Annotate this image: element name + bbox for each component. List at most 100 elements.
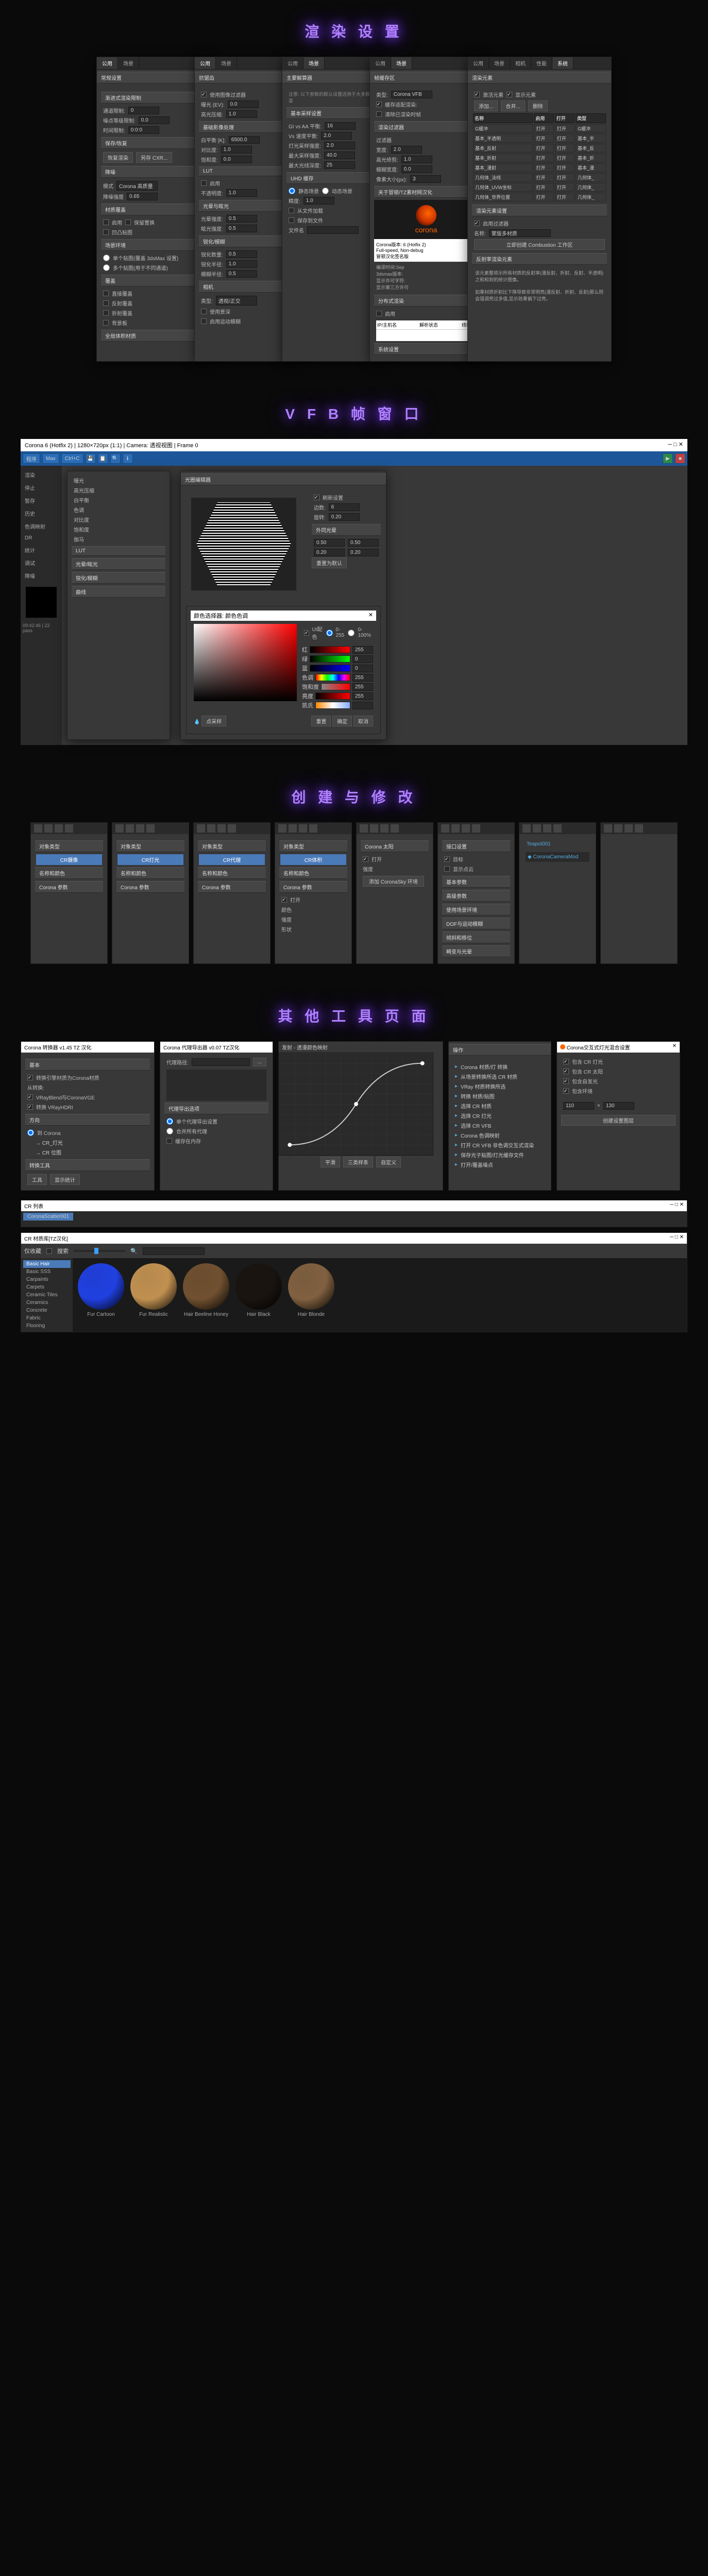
ops-item[interactable]: ▸ Corona 材质/灯 转换 (453, 1062, 547, 1072)
cat-btn[interactable]: CR代理 (199, 854, 265, 865)
create-icon[interactable] (604, 824, 612, 833)
create-icon[interactable] (360, 824, 368, 833)
ops-item[interactable]: ▸ 打开 CR VFB 非色调交互式渲染 (453, 1140, 547, 1150)
export-list[interactable] (166, 1070, 266, 1100)
tab-common5[interactable]: 公用 (468, 57, 489, 69)
input-speed[interactable] (321, 132, 352, 140)
input-maxsample[interactable] (324, 151, 355, 159)
input-bloom[interactable] (226, 215, 257, 223)
matlib-close-icon[interactable]: ✕ (680, 1234, 684, 1240)
create-icon[interactable] (207, 824, 215, 833)
check-ui[interactable] (304, 630, 309, 636)
tab-cam5[interactable]: 相机 (510, 57, 531, 69)
create-icon[interactable] (299, 824, 307, 833)
check-refresh[interactable] (314, 495, 319, 500)
tab-scene5[interactable]: 场景 (489, 57, 510, 69)
btn-reset-color[interactable]: 重置 (311, 716, 331, 726)
input-s4[interactable] (348, 549, 379, 556)
input-fname[interactable] (307, 226, 359, 234)
cat-btn[interactable]: CR摄像 (36, 854, 102, 865)
category-item[interactable]: Carpaints (23, 1276, 71, 1283)
tab-scene[interactable]: 场景 (118, 57, 139, 69)
tab-perf5[interactable]: 性能 (531, 57, 552, 69)
create-icon[interactable] (136, 824, 144, 833)
category-item[interactable]: Ceramic Tiles (23, 1291, 71, 1299)
check-enable-mat[interactable] (103, 219, 109, 225)
check-dr[interactable] (376, 311, 382, 316)
create-icon[interactable] (625, 824, 633, 833)
input-precision[interactable] (304, 197, 334, 205)
elements-table[interactable]: 名称启用打开类型 G缓冲打开打开G缓冲基本_半透明打开打开基本_半基本_反射打开… (472, 112, 607, 202)
min-icon[interactable]: ─ (668, 442, 672, 448)
create-icon[interactable] (115, 824, 124, 833)
category-item[interactable]: Basic SSS (23, 1268, 71, 1276)
check-active-el[interactable] (474, 92, 480, 97)
material-item[interactable]: Hair Black (235, 1263, 282, 1327)
radio-dynamic[interactable] (322, 188, 329, 194)
input-elname[interactable] (489, 229, 551, 237)
material-item[interactable]: Hair Beeline Honey (183, 1263, 229, 1327)
category-item[interactable]: Concrete (23, 1307, 71, 1314)
tab-scene2[interactable]: 场景 (216, 57, 237, 69)
matlib-min-icon[interactable]: ─ (670, 1234, 673, 1240)
tbtn-max[interactable]: Max (42, 453, 59, 464)
category-item[interactable]: Fabric (23, 1314, 71, 1322)
max-icon[interactable]: □ (673, 442, 677, 448)
btn-ok[interactable]: 确定 (332, 716, 352, 726)
check-fav[interactable] (46, 1248, 52, 1254)
input-k[interactable] (352, 702, 373, 709)
table-row[interactable]: 基本_反射打开打开基本_反 (473, 144, 606, 152)
input-hl[interactable] (226, 110, 257, 118)
radio-single[interactable] (103, 255, 110, 261)
input-pixel[interactable] (410, 175, 441, 183)
create-icon[interactable] (543, 824, 551, 833)
create-icon[interactable] (44, 824, 53, 833)
radio-single-exp[interactable] (166, 1118, 173, 1125)
radio-255[interactable] (326, 630, 333, 636)
int-item[interactable]: 包含 CR 灯光 (561, 1057, 676, 1066)
scatter-tab[interactable]: CoronaScatter001 (23, 1213, 73, 1221)
curve-editor[interactable] (279, 1053, 433, 1156)
check-show-el[interactable] (507, 92, 512, 97)
create-icon[interactable] (380, 824, 389, 833)
ops-item[interactable]: ▸ 保存光子贴图/灯光缓存文件 (453, 1150, 547, 1160)
btn-create-layers[interactable]: 创建设置图层 (561, 1115, 676, 1126)
dr-list[interactable]: IP/主机名解析状态线程 (376, 320, 476, 341)
tab-common2[interactable]: 公用 (195, 57, 216, 69)
eyedropper-icon[interactable]: 💧 (194, 719, 200, 725)
track-hue[interactable] (315, 674, 350, 681)
search-input[interactable] (143, 1247, 205, 1255)
dropdown-camtype[interactable]: 透视/正交 (216, 296, 257, 306)
radio-multi[interactable] (103, 264, 110, 271)
input-fhl[interactable] (401, 156, 432, 163)
input-time[interactable] (128, 126, 159, 134)
check-direct[interactable] (103, 291, 109, 296)
input-g[interactable] (352, 655, 373, 663)
tbtn-prog[interactable]: 程序 (23, 453, 40, 464)
check-save[interactable] (289, 217, 294, 223)
tab-common4[interactable]: 公用 (370, 57, 391, 69)
check-load[interactable] (289, 208, 294, 213)
check-dof[interactable] (201, 309, 207, 314)
dropdown-fbtype[interactable]: Corona VFB (391, 91, 432, 98)
create-icon[interactable] (522, 824, 531, 833)
create-icon[interactable] (217, 824, 226, 833)
input-amount[interactable] (127, 193, 158, 200)
check-en-el[interactable] (474, 221, 480, 226)
material-item[interactable]: Fur Realistic (130, 1263, 177, 1327)
tab-common[interactable]: 公用 (97, 57, 118, 69)
check-mb[interactable] (201, 318, 207, 324)
tbtn-ctrl[interactable]: Ctrl+C (61, 453, 83, 464)
check-conv[interactable] (27, 1075, 33, 1080)
input-csat[interactable] (352, 683, 373, 691)
input-blur[interactable] (226, 270, 257, 278)
input-sat[interactable] (221, 156, 252, 163)
btn-combustion[interactable]: 立即创建 Combustion 工作区 (474, 239, 605, 250)
input-s2[interactable] (348, 539, 379, 547)
create-icon[interactable] (553, 824, 562, 833)
matlib-max-icon[interactable]: □ (675, 1234, 678, 1240)
radio-static[interactable] (289, 188, 295, 194)
btn-browse[interactable]: ... (253, 1058, 266, 1066)
zoom-icon[interactable]: 🔍 (110, 453, 121, 464)
btn-save-exr[interactable]: 另存 CXR... (136, 152, 172, 163)
